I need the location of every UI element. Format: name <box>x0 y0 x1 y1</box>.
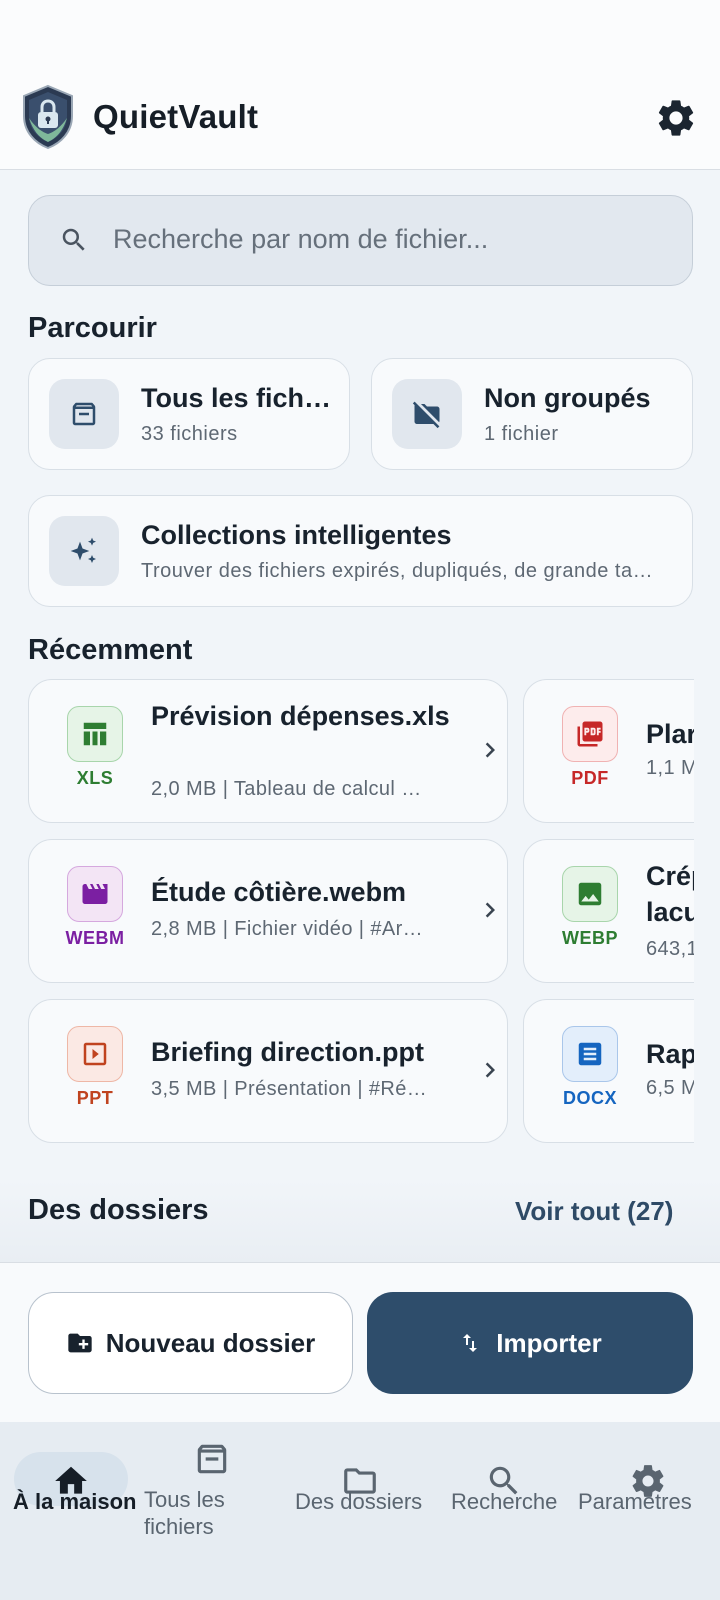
nav-label-all-files: Tous les fichiers <box>144 1487 225 1539</box>
settings-gear-icon[interactable] <box>654 96 698 140</box>
folder-add-icon <box>68 1333 92 1353</box>
ungrouped-count: 1 fichier <box>484 423 559 445</box>
image-icon <box>562 866 618 922</box>
action-bar: Nouveau dossier Importer <box>0 1262 720 1422</box>
see-all-folders-link[interactable]: Voir tout (27) <box>515 1196 673 1227</box>
new-folder-label: Nouveau dossier <box>105 1327 316 1358</box>
file-name: Crép lacu <box>646 861 694 927</box>
nav-label-search: Recherche <box>451 1489 558 1514</box>
nav-label-home: À la maison <box>13 1489 137 1514</box>
all-files-card[interactable]: Tous les fichi… 33 fichiers <box>28 358 350 470</box>
nav-item-folders[interactable]: Des dossiers <box>288 1422 432 1600</box>
smart-collections-label: Collections intelligentes <box>141 520 452 550</box>
import-label: Importer <box>496 1327 602 1358</box>
smart-collections-card[interactable]: Collections intelligentes Trouver des fi… <box>28 495 693 607</box>
sparkle-icon <box>49 516 119 586</box>
file-ext-label: WEBP <box>562 928 618 948</box>
file-ext-label: PDF <box>571 768 609 788</box>
chevron-right-icon <box>485 1062 495 1078</box>
recent-section-title: Récemment <box>28 634 193 666</box>
pdf-icon <box>562 706 618 762</box>
archive-icon <box>49 379 119 449</box>
ungrouped-card[interactable]: Non groupés 1 fichier <box>371 358 693 470</box>
nav-item-search[interactable]: Recherche <box>432 1422 576 1600</box>
chevron-right-icon <box>485 742 495 758</box>
file-meta: 2,0 MB | Tableau de calcul … <box>151 778 422 800</box>
recent-file-card[interactable]: DOCX Rap 6,5 M <box>523 999 694 1143</box>
file-name: Rap <box>646 1039 694 1069</box>
swap-vertical-icon <box>463 1334 478 1352</box>
file-ext-label: WEBM <box>65 928 125 948</box>
slideshow-icon <box>67 1026 123 1082</box>
archive-icon <box>197 1444 227 1474</box>
recent-file-card[interactable]: XLS Prévision dépenses.xls 2,0 MB | Tabl… <box>28 679 508 823</box>
file-meta: 643,1 <box>646 938 694 960</box>
spreadsheet-icon <box>67 706 123 762</box>
recent-file-card[interactable]: PPT Briefing direction.ppt 3,5 MB | Prés… <box>28 999 508 1143</box>
file-name: Plar <box>646 719 694 749</box>
nav-item-settings[interactable]: Paramètres <box>576 1422 720 1600</box>
file-ext-label: DOCX <box>562 1088 617 1108</box>
file-meta: 2,8 MB | Fichier vidéo | #Ar… <box>151 918 424 940</box>
search-placeholder: Recherche par nom de fichier... <box>113 224 489 254</box>
file-meta: 6,5 M <box>646 1077 694 1099</box>
nav-label-settings: Paramètres <box>578 1489 692 1514</box>
recent-file-card[interactable]: PDF Plar 1,1 M <box>523 679 694 823</box>
video-icon <box>67 866 123 922</box>
folders-section-title: Des dossiers <box>28 1194 209 1226</box>
file-name: Briefing direction.ppt <box>151 1037 424 1067</box>
recent-file-card[interactable]: WEBM Étude côtière.webm 2,8 MB | Fichier… <box>28 839 508 983</box>
ungrouped-label: Non groupés <box>484 383 651 413</box>
file-meta: 1,1 M <box>646 757 694 779</box>
bottom-navigation: À la maison Tous les fichiers Des dossie… <box>0 1422 720 1600</box>
nav-item-home[interactable]: À la maison <box>0 1422 144 1600</box>
search-input[interactable]: Recherche par nom de fichier... <box>28 195 693 286</box>
app-bar: QuietVault <box>0 0 720 170</box>
all-files-label: Tous les fichi… <box>141 383 336 413</box>
chevron-right-icon <box>485 902 495 918</box>
folder-off-icon <box>392 379 462 449</box>
file-name: Prévision dépenses.xls <box>151 701 450 731</box>
recent-file-card[interactable]: WEBP Crép lacu 643,1 <box>523 839 694 983</box>
nav-item-all-files[interactable]: Tous les fichiers <box>144 1422 288 1600</box>
smart-collections-desc: Trouver des fichiers expirés, dupliqués,… <box>141 560 654 582</box>
app-title: QuietVault <box>93 98 259 135</box>
nav-label-folders: Des dossiers <box>295 1489 423 1514</box>
all-files-count: 33 fichiers <box>141 423 238 445</box>
new-folder-button[interactable]: Nouveau dossier <box>28 1292 353 1394</box>
search-icon <box>62 228 85 251</box>
recent-files-grid: XLS Prévision dépenses.xls 2,0 MB | Tabl… <box>0 676 694 1146</box>
file-meta: 3,5 MB | Présentation | #Ré… <box>151 1078 428 1100</box>
file-name: Étude côtière.webm <box>151 877 407 907</box>
file-ext-label: XLS <box>76 768 114 788</box>
document-icon <box>562 1026 618 1082</box>
file-ext-label: PPT <box>76 1088 114 1108</box>
shield-lock-logo-icon <box>23 84 73 150</box>
browse-section-title: Parcourir <box>28 312 157 344</box>
import-button[interactable]: Importer <box>367 1292 693 1394</box>
